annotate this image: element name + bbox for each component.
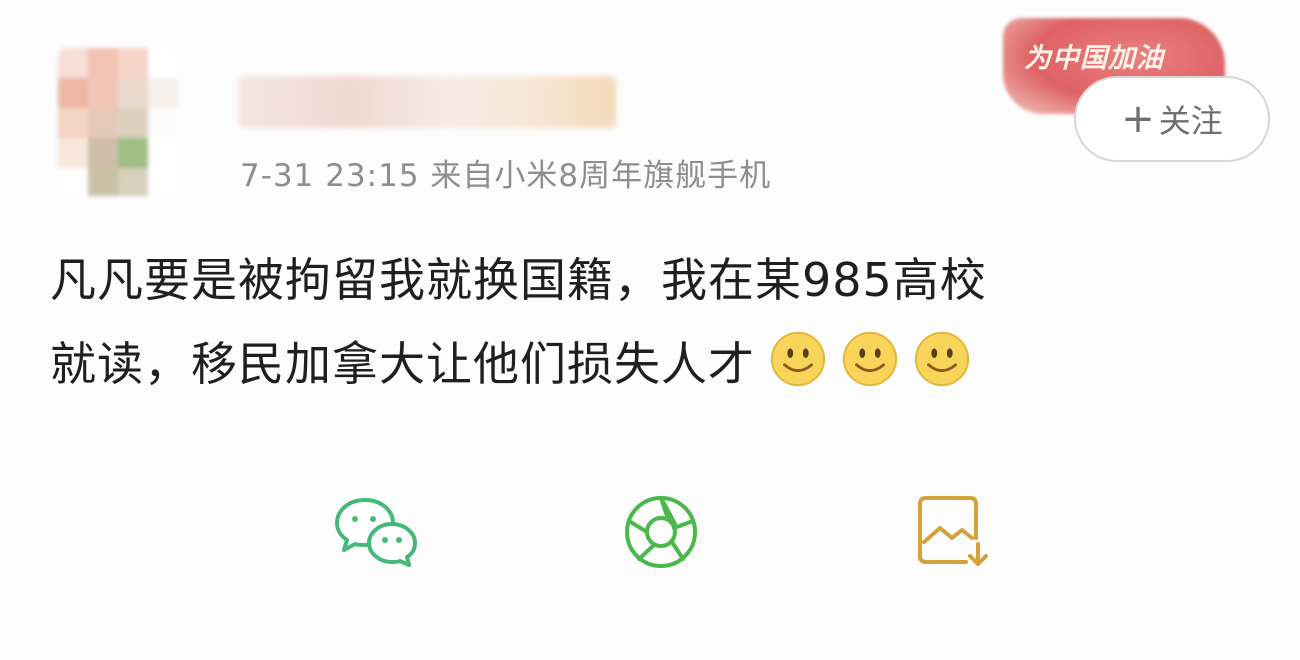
- post-text-line-2: 就读，移民加拿大让他们损失人才: [50, 322, 1260, 406]
- follow-button[interactable]: + 关注: [1074, 76, 1270, 162]
- username-blurred[interactable]: [238, 76, 616, 128]
- post-meta: 7-31 23:15 来自小米8周年旗舰手机: [240, 158, 772, 194]
- save-image-button[interactable]: [906, 492, 996, 572]
- badge-text: 为中国加油: [1024, 43, 1164, 74]
- plus-icon: +: [1121, 96, 1155, 142]
- follow-label: 关注: [1158, 102, 1223, 140]
- smile-icon: [914, 331, 970, 387]
- wechat-share-button[interactable]: [332, 492, 422, 572]
- save-image-icon: [918, 496, 988, 566]
- moments-icon: [625, 496, 697, 568]
- avatar[interactable]: [58, 48, 178, 196]
- post-text-line-2-text: 就读，移民加拿大让他们损失人才: [50, 337, 755, 391]
- post-text-line-1: 凡凡要是被拘留我就换国籍，我在某985高校: [50, 253, 987, 307]
- smile-icon: [770, 331, 826, 387]
- post-content: 凡凡要是被拘留我就换国籍，我在某985高校 就读，移民加拿大让他们损失人才: [50, 238, 1260, 406]
- moments-share-button[interactable]: [616, 492, 706, 572]
- weibo-post-card: 7-31 23:15 来自小米8周年旗舰手机 为中国加油 + 关注 凡凡要是被拘…: [0, 0, 1300, 660]
- wechat-icon: [335, 498, 417, 567]
- smile-icon: [842, 331, 898, 387]
